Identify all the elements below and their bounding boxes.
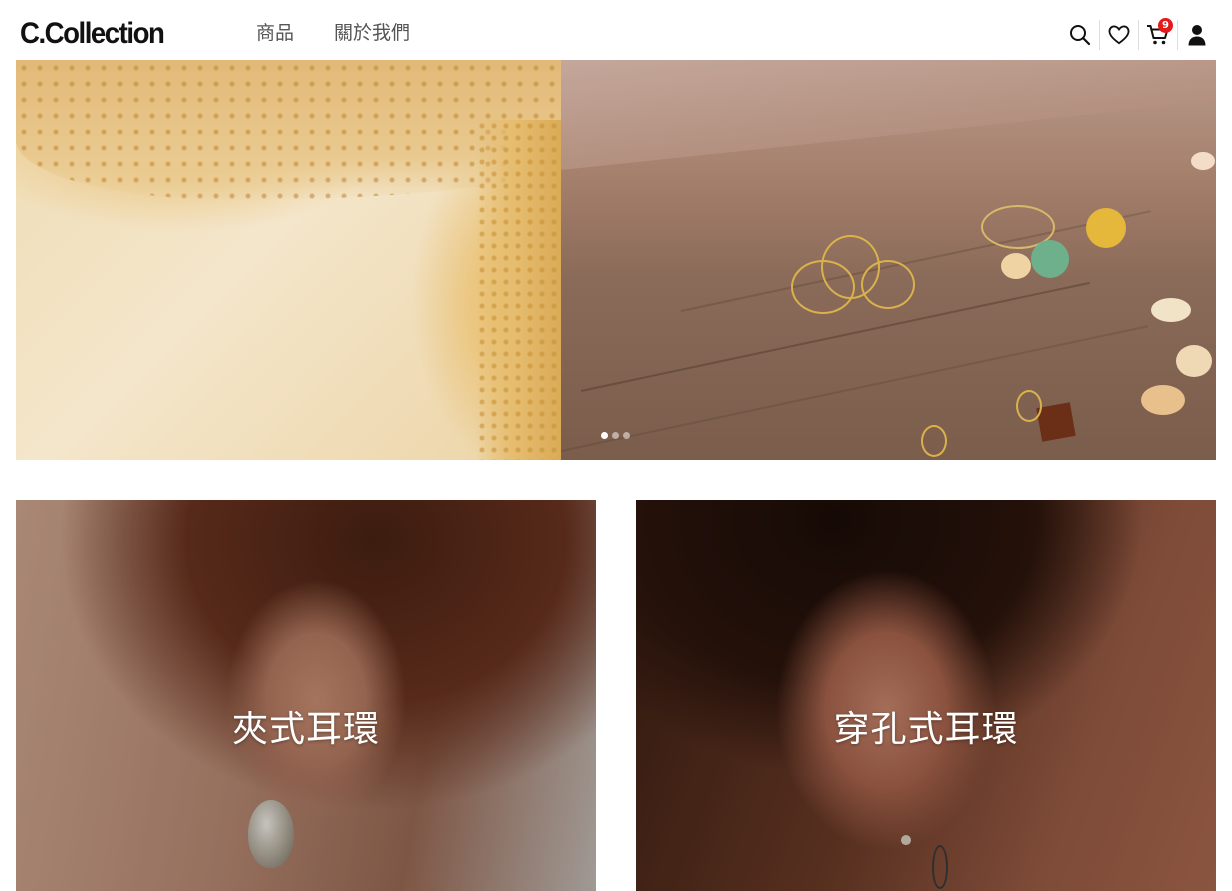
main-nav: 商品 關於我們	[256, 20, 410, 46]
lace-slide-image	[16, 60, 566, 460]
card-overlay	[16, 500, 596, 891]
carousel-dot-1[interactable]	[601, 432, 608, 439]
wood-cube-earring	[1036, 402, 1076, 442]
shell-earring	[1001, 253, 1031, 279]
hero-carousel[interactable]	[16, 60, 1216, 460]
category-card-pierced[interactable]: 穿孔式耳環	[636, 500, 1216, 891]
cart-button[interactable]: 9	[1138, 18, 1177, 50]
heart-icon	[1108, 25, 1130, 45]
pearl-disc-earring	[1151, 298, 1191, 322]
category-title: 穿孔式耳環	[833, 709, 1019, 750]
account-button[interactable]	[1177, 20, 1216, 50]
search-button[interactable]	[1061, 20, 1099, 50]
gold-disc-earring	[1141, 385, 1185, 415]
category-card-clip-on[interactable]: 夾式耳環	[16, 500, 596, 891]
nav-about[interactable]: 關於我們	[334, 20, 410, 46]
lace-fabric-edge	[476, 120, 566, 460]
wood-grain	[680, 210, 1151, 312]
logo[interactable]: C.Collection	[20, 14, 165, 54]
site-header: C.Collection 商品 關於我們 9	[0, 0, 1232, 60]
background-wall	[561, 60, 1216, 170]
nav-products[interactable]: 商品	[256, 20, 294, 46]
gold-hook	[1016, 390, 1042, 422]
pearl-disc-earring	[1176, 345, 1212, 377]
wishlist-button[interactable]	[1099, 20, 1138, 50]
earrings-slide-image	[560, 60, 1216, 460]
green-disc-earring	[1031, 240, 1069, 278]
category-title: 夾式耳環	[231, 709, 380, 750]
yellow-disc-earring	[1086, 208, 1126, 248]
carousel-dots	[601, 432, 630, 439]
gold-hook	[921, 425, 947, 457]
header-icons: 9	[1061, 18, 1216, 50]
stud-earring	[1191, 152, 1215, 170]
carousel-dot-2[interactable]	[612, 432, 619, 439]
gold-hoop-earring	[861, 260, 915, 309]
cart-count-badge: 9	[1158, 18, 1173, 33]
user-icon	[1188, 25, 1206, 46]
search-icon	[1070, 25, 1091, 46]
carousel-dot-3[interactable]	[623, 432, 630, 439]
card-overlay	[636, 500, 1216, 891]
